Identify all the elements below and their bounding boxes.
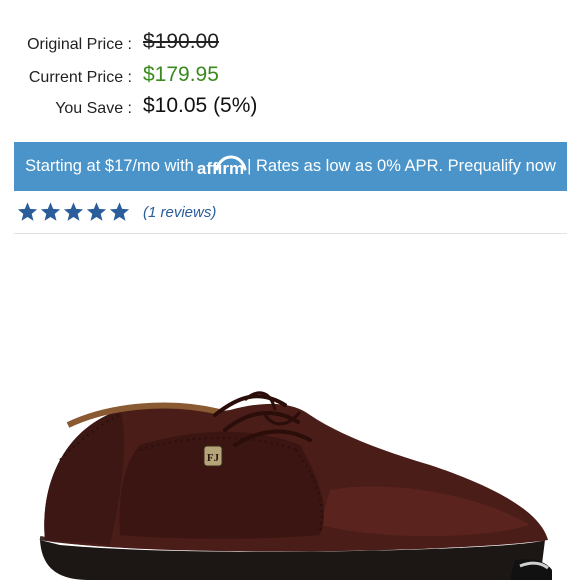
star-icon bbox=[63, 202, 84, 221]
affirm-financing-banner[interactable]: Starting at $17/mo with affirm | Rates a… bbox=[14, 142, 567, 191]
star-icon bbox=[17, 202, 38, 221]
current-price-value: $179.95 bbox=[143, 63, 219, 86]
current-price-row: Current Price : $179.95 bbox=[0, 63, 580, 93]
affirm-suffix-text: | Rates as low as 0% APR. Prequalify now bbox=[247, 157, 556, 175]
rating-row: (1 reviews) bbox=[14, 198, 567, 226]
divider bbox=[14, 233, 567, 234]
you-save-row: You Save : $10.05 (5%) bbox=[0, 94, 580, 124]
product-image[interactable]: FJ bbox=[0, 240, 580, 580]
star-icon bbox=[40, 202, 61, 221]
you-save-label: You Save : bbox=[55, 100, 132, 117]
star-icon bbox=[109, 202, 130, 221]
reviews-link[interactable]: (1 reviews) bbox=[143, 204, 216, 221]
you-save-value: $10.05 (5%) bbox=[143, 94, 258, 117]
affirm-prefix-text: Starting at $17/mo with bbox=[25, 157, 194, 175]
original-price-row: Original Price : $190.00 bbox=[0, 30, 580, 60]
original-price-label: Original Price : bbox=[27, 36, 132, 53]
star-icon bbox=[86, 202, 107, 221]
affirm-logo: affirm bbox=[197, 155, 247, 179]
original-price-value: $190.00 bbox=[143, 30, 219, 53]
fj-logo-text: FJ bbox=[207, 452, 220, 464]
current-price-label: Current Price : bbox=[28, 69, 132, 86]
affirm-arc-icon bbox=[215, 155, 247, 170]
star-rating bbox=[16, 201, 131, 223]
